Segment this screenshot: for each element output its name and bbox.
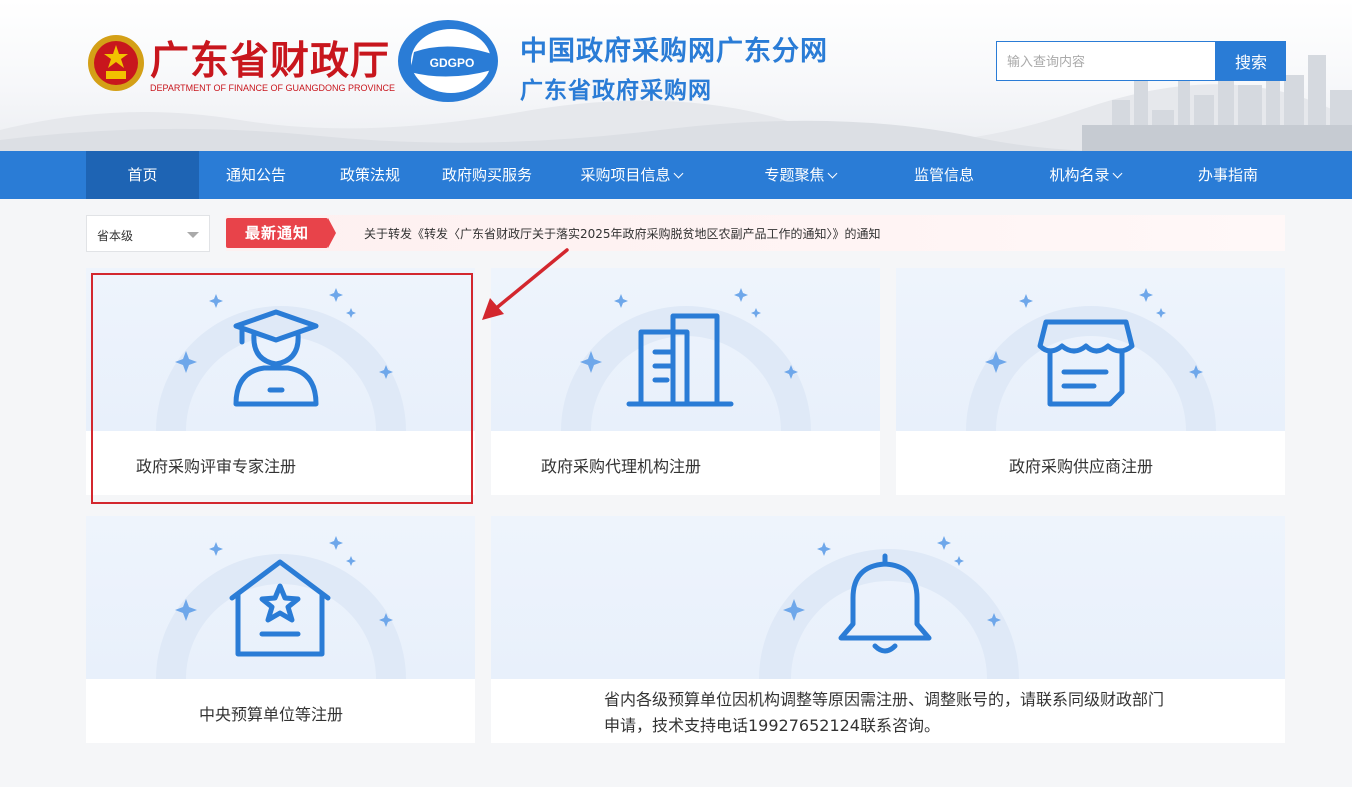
card-supplier-registration[interactable]: 政府采购供应商注册 bbox=[896, 268, 1285, 495]
nav-item-org-directory[interactable]: 机构名录 bbox=[1030, 151, 1140, 199]
gdgpo-logo: GDGPO bbox=[398, 20, 498, 102]
level-select-value: 省本级 bbox=[97, 229, 134, 243]
national-emblem-icon bbox=[88, 35, 144, 91]
card-label: 政府采购供应商注册 bbox=[1009, 457, 1154, 476]
latest-notice-tag: 最新通知 bbox=[226, 218, 336, 248]
nav-item-gov-services[interactable]: 政府购买服务 bbox=[430, 151, 544, 199]
shop-icon bbox=[966, 288, 1216, 431]
search-input[interactable] bbox=[996, 41, 1216, 81]
chevron-down-icon bbox=[1112, 168, 1122, 179]
nav-item-home[interactable]: 首页 bbox=[86, 151, 199, 199]
notice-bar: 最新通知 关于转发《转发〈广东省财政厅关于落实2025年政府采购脱贫地区农副产品… bbox=[226, 215, 1285, 251]
card-provincial-unit-info: 省内各级预算单位因机构调整等原因需注册、调整账号的，请联系同级财政部门申请，技术… bbox=[491, 516, 1285, 743]
department-name-english: DEPARTMENT OF FINANCE OF GUANGDONG PROVI… bbox=[150, 83, 396, 93]
star-house-icon bbox=[156, 536, 406, 679]
department-name: 广东省财政厅 bbox=[150, 38, 391, 84]
nav-item-special-topics[interactable]: 专题聚焦 bbox=[746, 151, 854, 199]
gdgpo-logo-text: GDGPO bbox=[430, 56, 475, 70]
card-art bbox=[86, 516, 475, 679]
card-info-text: 省内各级预算单位因机构调整等原因需注册、调整账号的，请联系同级财政部门申请，技术… bbox=[604, 690, 1165, 735]
bell-icon bbox=[759, 536, 1019, 679]
chevron-down-icon bbox=[827, 168, 837, 179]
annotation-arrow-icon bbox=[482, 248, 569, 320]
card-label: 政府采购代理机构注册 bbox=[541, 457, 702, 476]
nav-item-supervision[interactable]: 监管信息 bbox=[896, 151, 992, 199]
highlight-box bbox=[91, 273, 473, 504]
nav-item-notices[interactable]: 通知公告 bbox=[206, 151, 306, 199]
nav-item-policies[interactable]: 政策法规 bbox=[322, 151, 418, 199]
nav-item-guide[interactable]: 办事指南 bbox=[1180, 151, 1276, 199]
site-header: 广东省财政厅 DEPARTMENT OF FINANCE OF GUANGDON… bbox=[0, 0, 1352, 151]
level-select[interactable]: 省本级 bbox=[86, 215, 210, 252]
card-central-unit-registration[interactable]: 中央预算单位等注册 bbox=[86, 516, 475, 743]
card-art bbox=[896, 268, 1285, 431]
chevron-down-icon bbox=[673, 168, 683, 179]
main-nav: 首页 通知公告 政策法规 政府购买服务 采购项目信息 专题聚焦 监管信息 机构名… bbox=[0, 151, 1352, 199]
nav-item-procurement-info[interactable]: 采购项目信息 bbox=[566, 151, 696, 199]
search-button[interactable]: 搜索 bbox=[1216, 41, 1286, 81]
site-title-primary: 中国政府采购网广东分网 bbox=[520, 36, 828, 67]
card-label: 中央预算单位等注册 bbox=[199, 705, 344, 724]
site-title-secondary: 广东省政府采购网 bbox=[520, 78, 712, 104]
notice-link[interactable]: 关于转发《转发〈广东省财政厅关于落实2025年政府采购脱贫地区农副产品工作的通知… bbox=[364, 225, 881, 242]
caret-down-icon bbox=[187, 232, 199, 238]
card-art bbox=[491, 516, 1285, 679]
